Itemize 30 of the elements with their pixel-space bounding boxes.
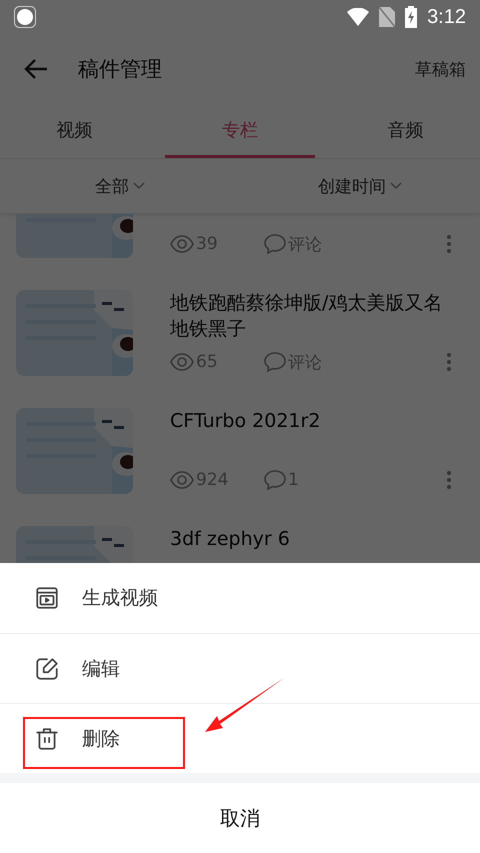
- status-time: 3:12: [427, 6, 466, 28]
- article-title[interactable]: 3df zephyr 6: [170, 526, 452, 552]
- comment-icon: [264, 234, 286, 254]
- tab[interactable]: 音频: [330, 104, 480, 158]
- article-title[interactable]: 地铁跑酷蔡徐坤版/鸡太美版又名地铁黑子: [170, 290, 452, 342]
- filter-dropdown[interactable]: 全部: [0, 159, 240, 213]
- article-title[interactable]: CFTurbo 2021r2: [170, 408, 452, 434]
- chevron-down-icon: [133, 182, 145, 190]
- page-title: 稿件管理: [78, 56, 163, 83]
- wifi-icon: [347, 8, 370, 26]
- edit-icon: [34, 656, 60, 682]
- filter-dropdown[interactable]: 创建时间: [240, 159, 480, 213]
- more-icon[interactable]: [446, 470, 452, 490]
- back-arrow-icon[interactable]: [24, 59, 48, 79]
- more-icon[interactable]: [446, 234, 452, 254]
- comment-icon: [264, 470, 286, 490]
- more-icon[interactable]: [446, 352, 452, 372]
- trash-icon: [34, 726, 60, 752]
- chevron-down-icon: [390, 182, 402, 190]
- comment-icon: [264, 352, 286, 372]
- app-notification-icon: [14, 6, 36, 28]
- eye-icon: [170, 353, 194, 371]
- video-frame-icon: [34, 585, 60, 611]
- battery-charging-icon: [405, 6, 418, 28]
- eye-icon: [170, 471, 194, 489]
- tab[interactable]: 视频: [0, 104, 150, 158]
- eye-icon: [170, 235, 194, 253]
- drafts-button[interactable]: 草稿箱: [415, 58, 466, 80]
- no-sim-icon: [379, 7, 396, 27]
- tab[interactable]: 专栏: [165, 104, 315, 158]
